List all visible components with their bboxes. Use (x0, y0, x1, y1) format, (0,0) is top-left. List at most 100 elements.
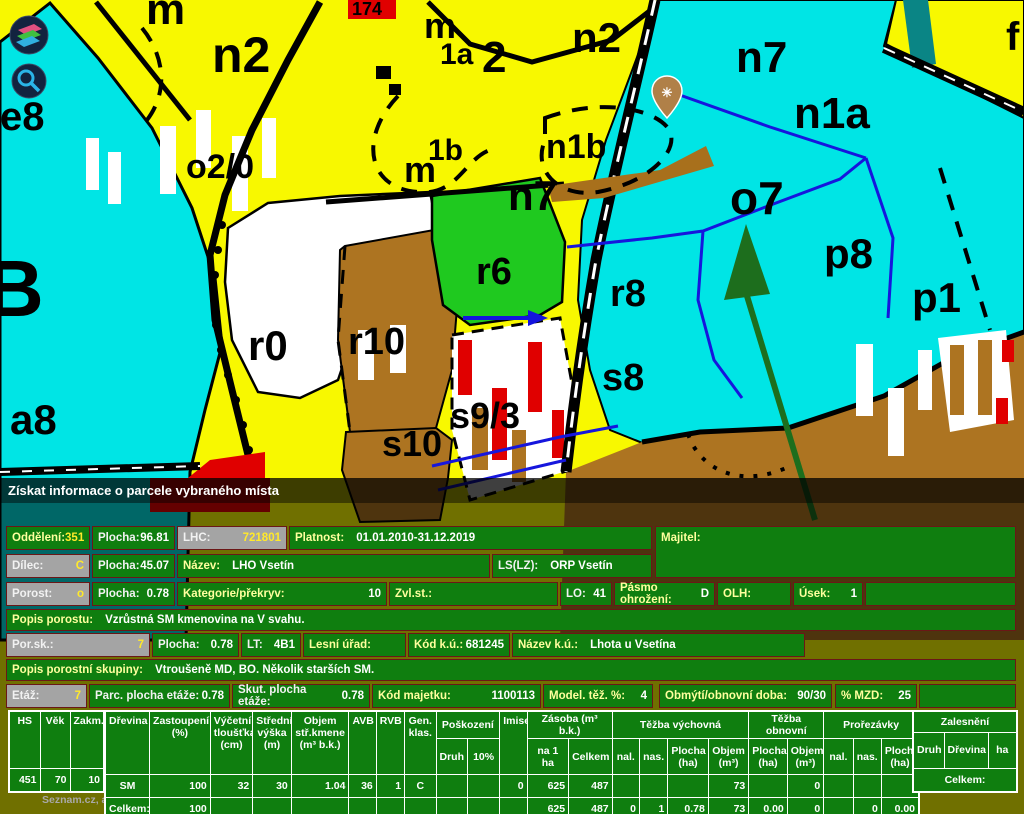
table-row: 451 70 10 (9, 768, 104, 792)
map-label-s10: s10 (382, 423, 442, 464)
col-zal-ha: ha (988, 732, 1017, 768)
field-dilec: Dílec: C (6, 554, 90, 578)
col-gen-klas: Gen. klas. (405, 711, 436, 775)
cell: 0 (787, 775, 823, 798)
stand-key-table: HS Věk Zakm. 451 70 10 (8, 710, 105, 793)
map-label-n7b: n7 (508, 172, 557, 219)
map-stripe (108, 152, 121, 204)
map-label-r8: r8 (610, 273, 646, 315)
field-label: Kód k.ú.: (414, 639, 463, 651)
map-label-n1a: n1a (794, 89, 870, 138)
col-drevina: Dřevina (105, 711, 150, 775)
field-value: 1 (851, 588, 857, 600)
field-value: D (701, 588, 709, 600)
cell: C (405, 775, 436, 798)
cell (668, 775, 708, 798)
field-plocha-porost: Plocha: 0.78 (92, 582, 175, 606)
map-stripe (856, 344, 873, 416)
cell (210, 798, 253, 814)
cell (253, 798, 291, 814)
table-row: Celkem: (913, 768, 1017, 792)
field-value: 10 (368, 588, 381, 600)
field-value: 1100113 (491, 690, 535, 702)
cell (500, 798, 527, 814)
field-pasmo-ohrozeni: Pásmo ohrožení: D (614, 582, 715, 606)
field-label: Obmýtí/obnovní doba: (665, 690, 787, 702)
col-zakm: Zakm. (70, 711, 104, 768)
map-label-e8: e8 (0, 95, 45, 139)
map-label-p1: p1 (912, 274, 961, 321)
field-kod-ku: Kód k.ú.: 681245 (408, 633, 510, 657)
field-label: Název: (183, 560, 220, 572)
field-lhc: LHC: 721801 (177, 526, 287, 550)
cell: 36 (349, 775, 376, 798)
cell: 1.04 (291, 775, 349, 798)
col-pror-nal: nal. (824, 739, 853, 775)
col-tv-nal: nal. (612, 739, 639, 775)
map-label-o7: o7 (730, 172, 784, 224)
field-value: 4 (641, 690, 647, 702)
cell: 32 (210, 775, 253, 798)
map-label-n2b: n2 (572, 14, 621, 61)
field-label: Parc. plocha etáže: (95, 690, 199, 702)
field-majitel: Majitel: (655, 526, 1016, 578)
field-label: Platnost: (295, 532, 344, 544)
field-label: Majitel: (661, 532, 701, 544)
cell: 0 (787, 798, 823, 814)
cell (349, 798, 376, 814)
col-to-objem: Objem (m³) (787, 739, 823, 775)
field-value: 90/30 (797, 690, 826, 702)
field-porsk: Por.sk.: 7 (6, 633, 150, 657)
map-stripe (1002, 340, 1014, 362)
map-label-174: 174 (352, 0, 382, 19)
col-imise: Imise (500, 711, 527, 775)
field-plocha-dilec: Plocha: 45.07 (92, 554, 175, 578)
search-icon[interactable] (12, 64, 46, 98)
col-objem-kmene: Objem stř.kmene (m³ b.k.) (291, 711, 349, 775)
cell: SM (105, 775, 150, 798)
group-tezba-vychovna: Těžba výchovná (612, 711, 749, 739)
map-label-s8: s8 (602, 357, 644, 399)
map-label-n2: n2 (212, 27, 270, 83)
field-value: 0.78 (202, 690, 224, 702)
col-tv-nas: nas. (639, 739, 667, 775)
field-nazev-ku: Název k.ú.: Lhota u Vsetína (512, 633, 805, 657)
field-label: % MZD: (841, 690, 883, 702)
field-value: ORP Vsetín (550, 560, 612, 572)
field-value: 7 (75, 690, 81, 702)
map-stripe (262, 118, 276, 178)
field-label: Porost: (12, 588, 52, 600)
field-label: Lesní úřad: (309, 639, 371, 651)
table-row-celkem: Celkem: 100 625 487 0 1 0.78 73 0.00 0 0… (105, 798, 919, 814)
field-label: Model. těž. %: (549, 690, 625, 702)
table-row-sm: SM 100 32 30 1.04 36 1 C 0 625 487 73 0 (105, 775, 919, 798)
field-value: o (77, 588, 84, 600)
group-tezba-obnovni: Těžba obnovní (749, 711, 824, 739)
field-label: Etáž: (12, 690, 39, 702)
svg-text:✳: ✳ (662, 85, 673, 100)
col-pror-nas: nas. (853, 739, 881, 775)
map-label-s9-3: s9/3 (450, 395, 520, 436)
cell: 625 (527, 798, 569, 814)
col-to-plocha: Plocha (ha) (749, 739, 787, 775)
field-kod-majetku: Kód majetku: 1100113 (372, 684, 541, 708)
field-label: Úsek: (799, 588, 830, 600)
col-stredni-vyska: Střední výška (m) (253, 711, 291, 775)
cell-hs: 451 (9, 768, 40, 792)
field-label: Kategorie/překryv: (183, 588, 285, 600)
field-value: 681245 (466, 639, 504, 651)
field-plocha-oddeleni: Plocha: 96.81 (92, 526, 175, 550)
map-label-m: m (146, 0, 185, 34)
cell: 487 (569, 798, 613, 814)
map-stripe (528, 342, 542, 412)
field-lo: LO: 41 (560, 582, 612, 606)
cell: 0 (853, 798, 881, 814)
map-label-m1b-1b: 1b (428, 134, 463, 167)
field-skut-plocha: Skut. plocha etáže: 0.78 (232, 684, 370, 708)
cell: 100 (150, 798, 211, 814)
cell (612, 775, 639, 798)
cell: 73 (708, 775, 748, 798)
field-label: LO: (566, 588, 586, 600)
field-label: Popis porostní skupiny: (12, 664, 143, 676)
layers-icon[interactable] (10, 16, 48, 54)
